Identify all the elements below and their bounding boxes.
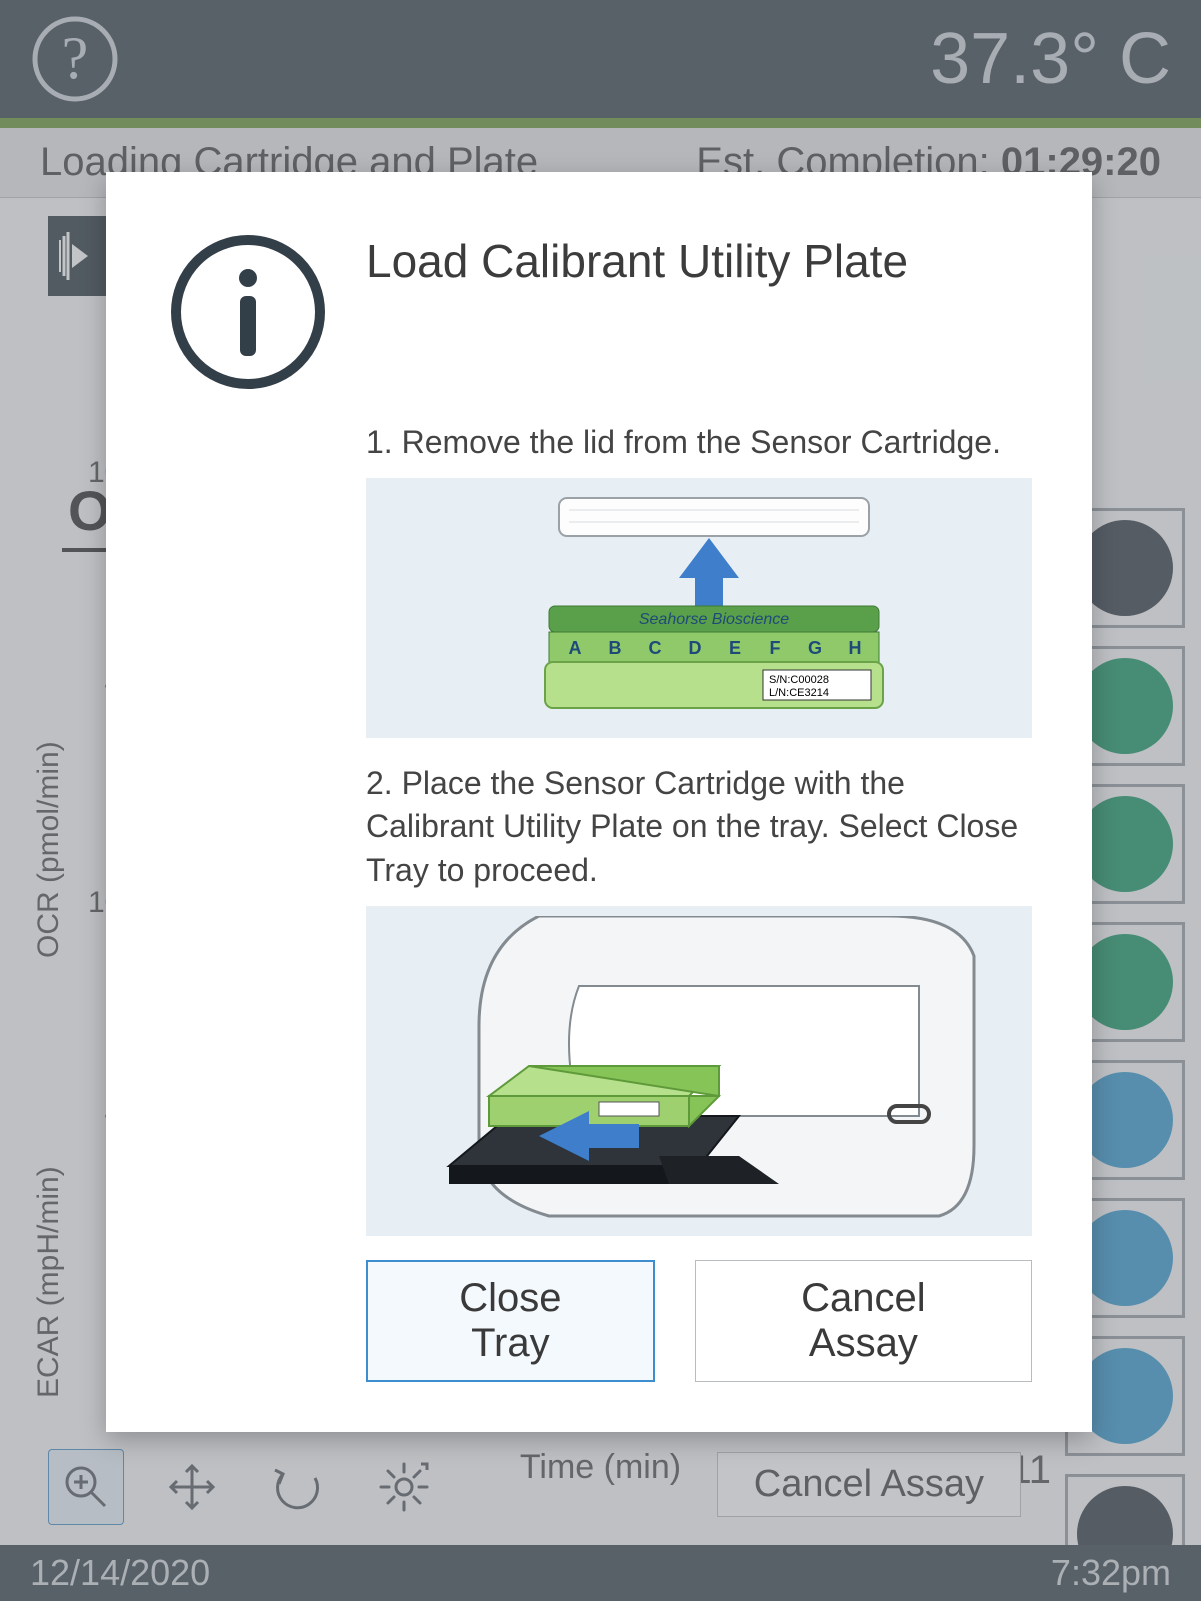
svg-text:S/N:C00028: S/N:C00028 — [769, 674, 829, 686]
modal-title: Load Calibrant Utility Plate — [366, 234, 908, 288]
svg-text:B: B — [609, 638, 622, 658]
tray-insert-illustration — [366, 906, 1032, 1236]
svg-text:G: G — [808, 638, 822, 658]
step-2-text: 2. Place the Sensor Cartridge with the C… — [366, 762, 1032, 892]
close-tray-button[interactable]: Close Tray — [366, 1260, 655, 1382]
step-1-text: 1. Remove the lid from the Sensor Cartri… — [366, 421, 1032, 464]
cancel-assay-modal-button[interactable]: Cancel Assay — [695, 1260, 1032, 1382]
modal-body: 1. Remove the lid from the Sensor Cartri… — [366, 421, 1032, 1236]
info-icon — [166, 230, 330, 399]
modal-buttons: Close Tray Cancel Assay — [366, 1260, 1032, 1382]
load-plate-modal: Load Calibrant Utility Plate 1. Remove t… — [106, 172, 1092, 1432]
svg-text:A: A — [569, 638, 582, 658]
svg-text:F: F — [770, 638, 781, 658]
cartridge-lid-illustration: Seahorse Bioscience A B C D E F G H — [366, 478, 1032, 738]
svg-text:E: E — [729, 638, 741, 658]
svg-text:D: D — [689, 638, 702, 658]
svg-text:H: H — [849, 638, 862, 658]
svg-text:Seahorse Bioscience: Seahorse Bioscience — [639, 611, 789, 628]
svg-text:L/N:CE3214: L/N:CE3214 — [769, 687, 829, 699]
svg-text:C: C — [649, 638, 662, 658]
